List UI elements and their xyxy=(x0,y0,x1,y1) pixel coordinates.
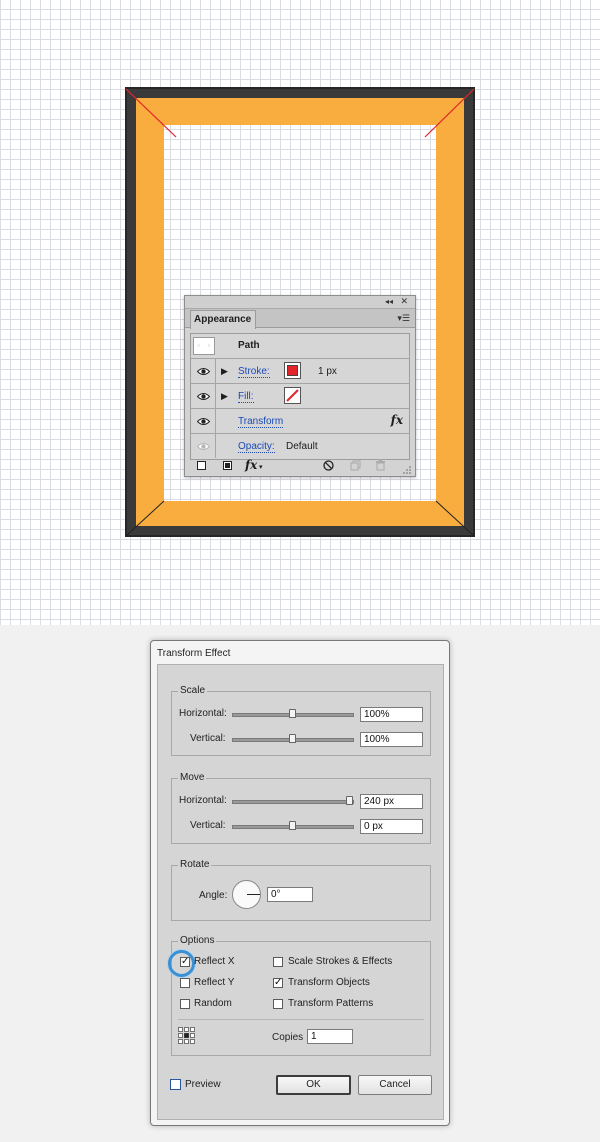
scale-horizontal-slider-thumb[interactable] xyxy=(289,709,296,718)
stroke-swatch-color xyxy=(287,365,298,376)
dialog-title: Transform Effect xyxy=(157,648,231,659)
duplicate-item-icon xyxy=(350,460,361,474)
reflect-y-checkbox[interactable] xyxy=(180,978,190,988)
panel-titlebar[interactable]: ◂◂ ✕ xyxy=(185,296,415,309)
panel-bottom-toolbar: fx ▾ xyxy=(185,458,415,476)
bottom-left-bevel xyxy=(125,500,165,537)
move-vertical-label: Vertical: xyxy=(190,820,226,831)
close-panel-icon[interactable]: ✕ xyxy=(400,296,408,307)
preview-label[interactable]: Preview xyxy=(185,1079,221,1090)
copies-input[interactable]: 1 xyxy=(307,1029,353,1044)
stroke-link[interactable]: Stroke: xyxy=(238,366,270,378)
random-label[interactable]: Random xyxy=(194,998,232,1009)
stroke-weight-value[interactable]: 1 px xyxy=(318,366,337,377)
opacity-row[interactable]: Opacity: Default xyxy=(191,434,409,459)
reflect-x-checkbox[interactable]: ✓ xyxy=(180,957,190,967)
scale-strokes-checkbox[interactable] xyxy=(273,957,283,967)
clear-appearance-icon[interactable] xyxy=(323,460,334,474)
panel-menu-icon[interactable]: ▾☰ xyxy=(397,313,410,324)
appearance-panel: ◂◂ ✕ Appearance ▾☰ ○ ○ Path ▶ Stroke: 1 … xyxy=(184,295,416,477)
rotate-legend: Rotate xyxy=(178,859,212,870)
path-thumbnail: ○ ○ xyxy=(193,337,215,355)
transform-effect-link[interactable]: Transform xyxy=(238,416,284,428)
left-corner-line xyxy=(125,88,177,138)
transform-objects-label[interactable]: Transform Objects xyxy=(288,977,370,988)
move-group: Move Horizontal: 240 px Vertical: 0 px xyxy=(171,772,431,844)
stroke-expand-triangle-icon[interactable]: ▶ xyxy=(221,366,228,377)
fill-row[interactable]: ▶ Fill: xyxy=(191,384,409,409)
random-checkbox[interactable] xyxy=(180,999,190,1009)
path-row[interactable]: ○ ○ Path xyxy=(191,334,409,359)
options-group: Options ✓ Reflect X Reflect Y Random Sca… xyxy=(168,935,431,1056)
add-effect-fx-icon[interactable]: fx xyxy=(245,458,257,472)
stroke-row[interactable]: ▶ Stroke: 1 px xyxy=(191,359,409,384)
options-separator xyxy=(178,1019,424,1020)
transform-objects-checkbox[interactable]: ✓ xyxy=(273,978,283,988)
add-effect-dropdown-icon[interactable]: ▾ xyxy=(259,463,263,471)
transform-effect-row[interactable]: Transform fx xyxy=(191,409,409,434)
right-corner-line xyxy=(424,88,475,138)
fill-none-swatch-icon[interactable] xyxy=(284,387,301,404)
transform-patterns-label[interactable]: Transform Patterns xyxy=(288,998,373,1009)
reflect-x-label[interactable]: Reflect X xyxy=(194,956,235,967)
add-fill-icon[interactable] xyxy=(223,461,232,470)
effect-fx-icon[interactable]: fx xyxy=(391,413,403,427)
transform-effect-dialog: Transform Effect Scale Horizontal: 100% … xyxy=(150,640,450,1126)
move-vertical-slider-thumb[interactable] xyxy=(289,821,296,830)
move-horizontal-input[interactable]: 240 px xyxy=(360,794,423,809)
fill-expand-triangle-icon[interactable]: ▶ xyxy=(221,391,228,402)
move-legend: Move xyxy=(178,772,207,783)
transform-visibility-eye-icon[interactable] xyxy=(191,409,216,433)
opacity-link[interactable]: Opacity: xyxy=(238,441,275,453)
scale-vertical-input[interactable]: 100% xyxy=(360,732,423,747)
reference-point-locator-icon[interactable] xyxy=(178,1027,195,1047)
fill-visibility-eye-icon[interactable] xyxy=(191,384,216,408)
scale-vertical-slider-thumb[interactable] xyxy=(289,734,296,743)
move-horizontal-slider-thumb[interactable] xyxy=(346,796,353,805)
scale-group: Scale Horizontal: 100% Vertical: 100% xyxy=(171,685,431,756)
stroke-color-swatch[interactable] xyxy=(284,362,301,379)
move-horizontal-label: Horizontal: xyxy=(179,795,227,806)
rotate-group: Rotate Angle: 0° xyxy=(171,859,431,921)
copies-label: Copies xyxy=(272,1032,304,1043)
collapse-panel-icon[interactable]: ◂◂ xyxy=(385,297,393,306)
fill-link[interactable]: Fill: xyxy=(238,391,254,403)
angle-label: Angle: xyxy=(199,890,228,901)
opacity-visibility-eye-icon xyxy=(191,434,216,458)
resize-grip-icon[interactable] xyxy=(403,466,411,477)
ok-button[interactable]: OK xyxy=(276,1075,351,1095)
opacity-value: Default xyxy=(286,441,318,452)
angle-input[interactable]: 0° xyxy=(267,887,313,902)
angle-dial[interactable] xyxy=(232,880,261,909)
artboard-canvas: ◂◂ ✕ Appearance ▾☰ ○ ○ Path ▶ Stroke: 1 … xyxy=(0,0,600,625)
reflect-y-label[interactable]: Reflect Y xyxy=(194,977,234,988)
move-horizontal-slider[interactable] xyxy=(232,800,354,804)
transform-patterns-checkbox[interactable] xyxy=(273,999,283,1009)
panel-tab-row: Appearance ▾☰ xyxy=(185,309,415,329)
options-legend: Options xyxy=(178,935,217,946)
scale-horizontal-input[interactable]: 100% xyxy=(360,707,423,722)
object-type-label: Path xyxy=(238,340,260,351)
cancel-button[interactable]: Cancel xyxy=(358,1075,432,1095)
dialog-body: Scale Horizontal: 100% Vertical: 100% Mo… xyxy=(157,664,444,1120)
bottom-right-bevel xyxy=(435,500,475,537)
scale-legend: Scale xyxy=(178,685,208,696)
scale-horizontal-label: Horizontal: xyxy=(179,708,227,719)
add-stroke-icon[interactable] xyxy=(197,461,206,470)
tab-appearance[interactable]: Appearance xyxy=(190,310,256,329)
appearance-attribute-list: ○ ○ Path ▶ Stroke: 1 px ▶ Fill: Transfor… xyxy=(190,333,410,460)
angle-dial-hand xyxy=(247,894,260,895)
scale-vertical-label: Vertical: xyxy=(190,733,226,744)
stroke-visibility-eye-icon[interactable] xyxy=(191,359,216,383)
move-vertical-input[interactable]: 0 px xyxy=(360,819,423,834)
preview-checkbox[interactable] xyxy=(170,1079,181,1090)
scale-strokes-label[interactable]: Scale Strokes & Effects xyxy=(288,956,392,967)
delete-item-icon xyxy=(375,459,386,474)
